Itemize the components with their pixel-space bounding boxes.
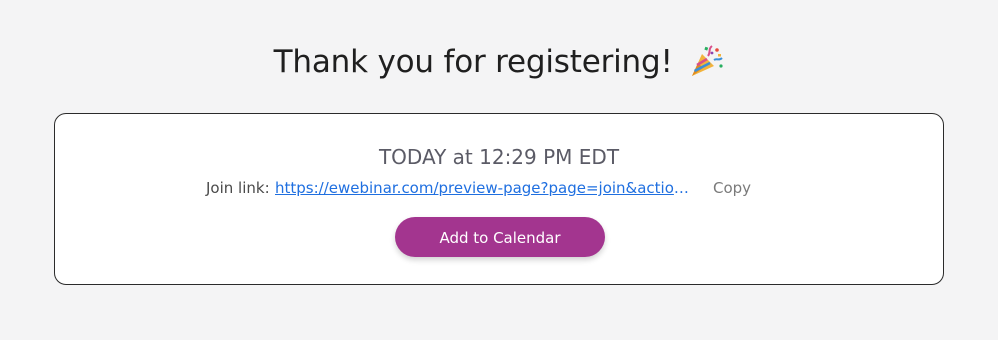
copy-button[interactable]: Copy (713, 177, 751, 199)
add-to-calendar-button[interactable]: Add to Calendar (395, 217, 605, 257)
join-link-label: Join link: (206, 179, 270, 197)
party-popper-icon (688, 44, 724, 78)
registration-card: TODAY at 12:29 PM EDT Join link: https:/… (54, 113, 944, 285)
page-title: Thank you for registering! (0, 40, 998, 84)
page-title-text: Thank you for registering! (273, 44, 673, 80)
join-link[interactable]: https://ewebinar.com/preview-page?page=j… (275, 177, 691, 199)
event-datetime: TODAY at 12:29 PM EDT (378, 145, 620, 169)
join-link-row: Join link: https://ewebinar.com/preview-… (55, 177, 943, 199)
